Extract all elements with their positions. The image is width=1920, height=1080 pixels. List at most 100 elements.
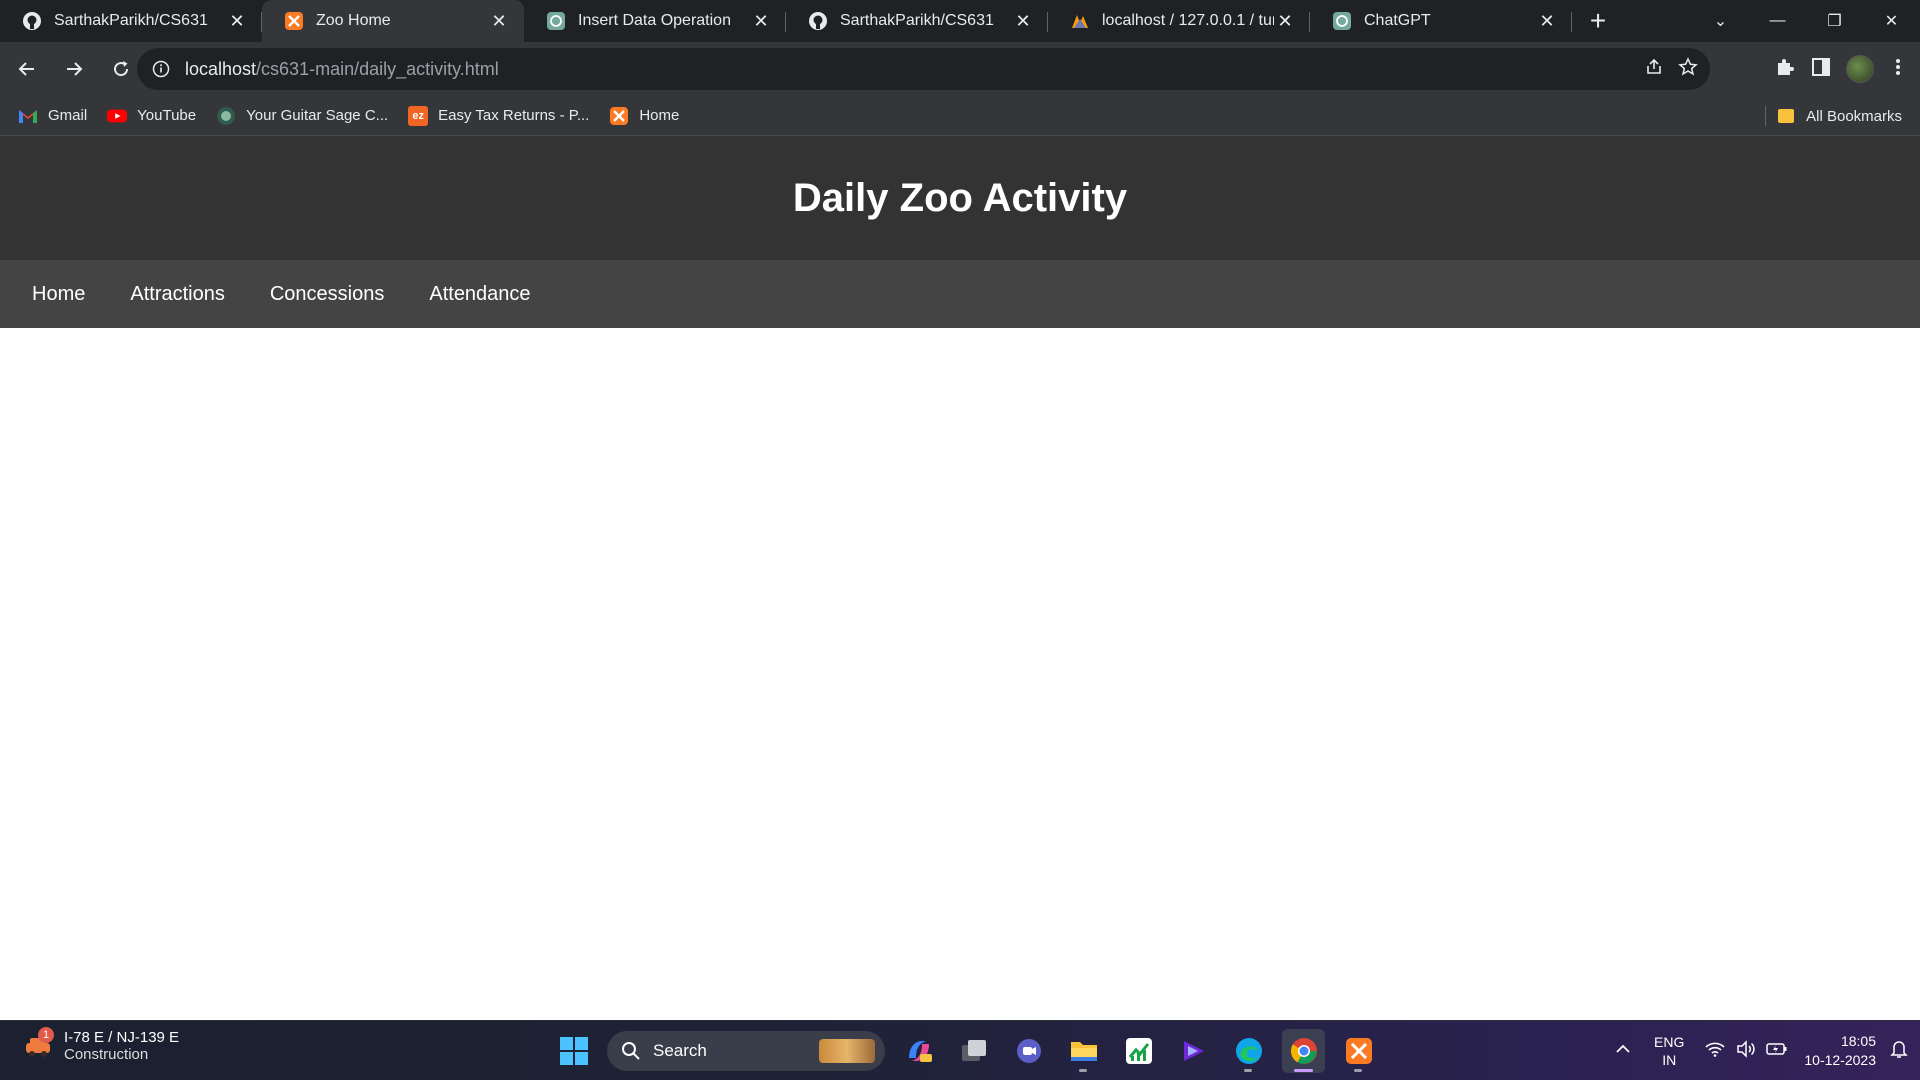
clock-time: 18:05: [1840, 1033, 1876, 1049]
tab-title: SarthakParikh/CS631: [54, 12, 208, 29]
gmail-icon: [18, 106, 38, 126]
page-content: [0, 328, 1920, 1020]
forward-button[interactable]: [54, 49, 94, 89]
window-close-button[interactable]: ✕: [1863, 0, 1920, 42]
profile-avatar[interactable]: [1846, 55, 1874, 83]
bookmark-easy-tax[interactable]: ez Easy Tax Returns - P...: [408, 105, 589, 126]
teams-chat-icon: [1016, 1039, 1041, 1063]
notifications-bell-icon[interactable]: [1890, 1039, 1908, 1064]
bookmark-label: YouTube: [137, 107, 197, 124]
bookmarks-divider: [1765, 106, 1767, 126]
reload-icon: [114, 61, 129, 77]
all-bookmarks-button[interactable]: All Bookmarks: [1765, 96, 1902, 136]
close-icon[interactable]: ✕: [226, 10, 248, 32]
traffic-widget[interactable]: 1 I-78 E / NJ-139 E Construction: [22, 1027, 179, 1063]
taskbar-teams[interactable]: [1007, 1029, 1050, 1073]
language-indicator[interactable]: ENG IN: [1654, 1033, 1684, 1069]
media-play-icon: [1183, 1041, 1204, 1061]
copilot-icon: [908, 1041, 932, 1062]
tab-insert-data[interactable]: Insert Data Operation ✕: [524, 0, 786, 42]
taskbar-chrome[interactable]: [1282, 1029, 1325, 1073]
traffic-text: I-78 E / NJ-139 E Construction: [64, 1029, 179, 1063]
taskbar-file-explorer[interactable]: [1062, 1029, 1105, 1073]
close-icon[interactable]: ✕: [1536, 10, 1558, 32]
bookmark-label: Gmail: [48, 107, 88, 124]
back-arrow-icon: [18, 62, 34, 76]
phpmyadmin-icon: [1070, 11, 1090, 31]
tab-title: localhost / 127.0.0.1 / turtl: [1102, 12, 1274, 29]
bookmark-label: Home: [639, 107, 680, 124]
github-icon: [22, 11, 42, 31]
show-hidden-icons-chevron-icon[interactable]: [1614, 1042, 1632, 1060]
github-icon: [808, 11, 828, 31]
taskbar-copilot[interactable]: [897, 1029, 940, 1073]
bookmark-star-icon[interactable]: [1678, 56, 1698, 82]
window-controls: ⌄ — ❐ ✕: [1692, 0, 1920, 42]
volume-icon[interactable]: [1736, 1039, 1756, 1063]
taskbar: 1 I-78 E / NJ-139 E Construction Search: [0, 1020, 1920, 1080]
clock[interactable]: 18:05 10-12-2023: [1804, 1032, 1876, 1070]
taskbar-media-player[interactable]: [1172, 1029, 1215, 1073]
tab-github-2[interactable]: SarthakParikh/CS631 ✕: [786, 0, 1048, 42]
running-indicator: [1244, 1069, 1252, 1072]
kebab-menu-icon[interactable]: [1888, 56, 1908, 83]
youtube-icon: [107, 106, 128, 126]
restore-button[interactable]: ❐: [1806, 0, 1863, 42]
taskbar-task-view[interactable]: [952, 1029, 995, 1073]
bookmark-home[interactable]: Home: [609, 106, 679, 126]
tab-chatgpt[interactable]: ChatGPT ✕: [1310, 0, 1572, 42]
bookmark-label: Your Guitar Sage C...: [246, 107, 389, 124]
bookmark-youtube[interactable]: YouTube: [107, 106, 196, 126]
close-icon[interactable]: ✕: [750, 10, 772, 32]
task-view-icon: [961, 1040, 986, 1061]
share-icon[interactable]: [1644, 57, 1664, 82]
chatgpt-icon: [1332, 11, 1352, 31]
nav-concessions-link[interactable]: Concessions: [270, 283, 385, 306]
tab-title: SarthakParikh/CS631: [840, 12, 994, 29]
ez-icon: ez: [408, 105, 429, 126]
tab-title: ChatGPT: [1364, 12, 1431, 29]
nav-attractions-link[interactable]: Attractions: [130, 283, 224, 306]
windows-logo-icon: [559, 1037, 588, 1065]
side-panel-icon[interactable]: [1810, 56, 1832, 83]
tab-github-1[interactable]: SarthakParikh/CS631 ✕: [0, 0, 262, 42]
close-icon[interactable]: ✕: [1274, 10, 1296, 32]
extensions-puzzle-icon[interactable]: [1774, 56, 1796, 83]
back-button[interactable]: [7, 49, 47, 89]
guitar-sage-icon: [216, 106, 236, 126]
site-nav: Home Attractions Concessions Attendance: [0, 260, 1920, 328]
close-icon[interactable]: ✕: [1012, 10, 1034, 32]
taskbar-search[interactable]: Search: [607, 1031, 885, 1071]
tab-zoo-home[interactable]: Zoo Home ✕: [262, 0, 524, 42]
xampp-icon: [284, 11, 304, 31]
bookmark-guitar-sage[interactable]: Your Guitar Sage C...: [216, 106, 388, 126]
taskbar-edge[interactable]: [1227, 1029, 1270, 1073]
reload-button[interactable]: [101, 49, 141, 89]
tab-search-chevron-icon[interactable]: ⌄: [1692, 0, 1749, 42]
notification-badge: 1: [38, 1027, 54, 1043]
site-info-icon[interactable]: [151, 59, 171, 79]
toolbar-right: [1774, 42, 1908, 96]
minimize-button[interactable]: —: [1749, 0, 1806, 42]
address-bar[interactable]: localhost/cs631-main/daily_activity.html: [137, 48, 1710, 90]
nav-home-link[interactable]: Home: [32, 283, 85, 306]
forward-arrow-icon: [67, 62, 83, 76]
search-label: Search: [653, 1041, 707, 1060]
start-button[interactable]: [552, 1029, 595, 1073]
wifi-icon[interactable]: [1704, 1040, 1726, 1063]
page-header: Daily Zoo Activity: [0, 136, 1920, 260]
bookmark-gmail[interactable]: Gmail: [18, 106, 87, 126]
close-icon[interactable]: ✕: [488, 10, 510, 32]
taskbar-stocks-app[interactable]: [1117, 1029, 1160, 1073]
tab-phpmyadmin[interactable]: localhost / 127.0.0.1 / turtl ✕: [1048, 0, 1310, 42]
clock-date: 10-12-2023: [1804, 1052, 1876, 1068]
nav-attendance-link[interactable]: Attendance: [429, 283, 530, 306]
traffic-status: Construction: [64, 1046, 149, 1063]
tab-separator: [1571, 12, 1572, 32]
traffic-route: I-78 E / NJ-139 E: [64, 1029, 180, 1046]
taskbar-xampp[interactable]: [1337, 1029, 1380, 1073]
new-tab-button[interactable]: +: [1578, 0, 1618, 42]
omnibox-actions: [1644, 48, 1698, 90]
battery-charging-icon[interactable]: [1766, 1041, 1788, 1062]
page-title: Daily Zoo Activity: [792, 175, 1128, 220]
